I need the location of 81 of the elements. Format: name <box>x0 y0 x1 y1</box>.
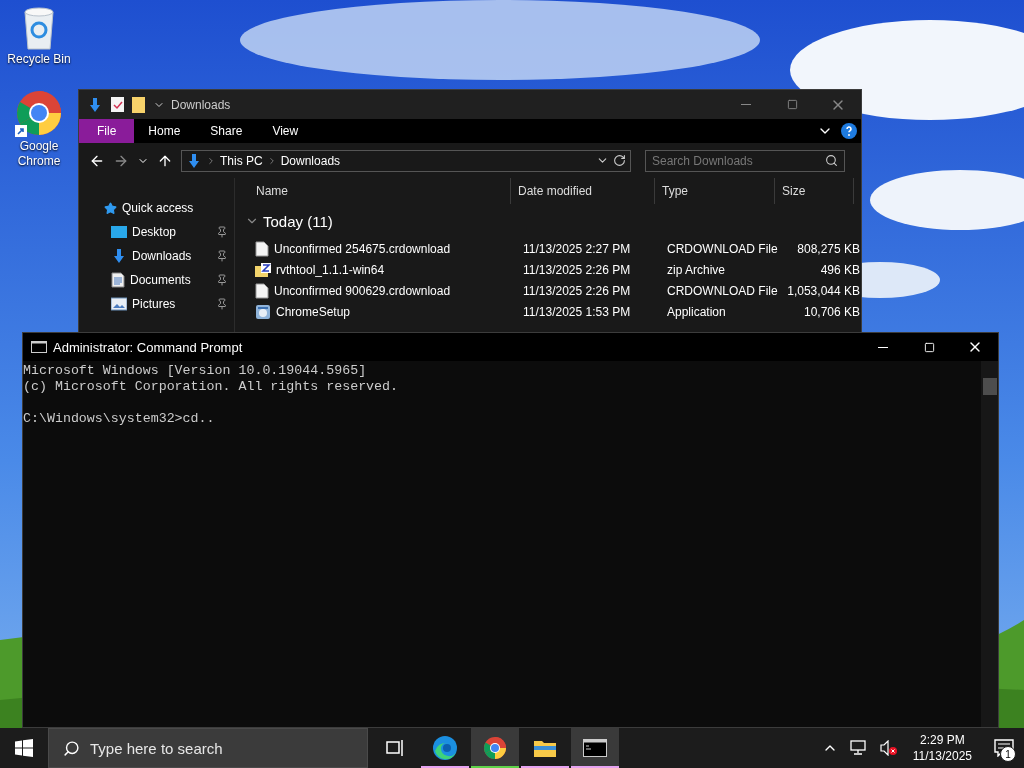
quick-access-item[interactable]: Quick access <box>79 196 234 220</box>
type-cell-text: Application <box>666 304 727 319</box>
file-menu-tab[interactable]: File <box>79 119 135 143</box>
refresh-icon[interactable] <box>613 154 626 167</box>
command-prompt-icon <box>31 341 47 353</box>
properties-icon <box>111 97 124 112</box>
scrollbar[interactable] <box>981 361 998 727</box>
breadcrumb[interactable]: This PC <box>220 153 263 168</box>
download-arrow-icon <box>111 248 127 264</box>
minimize-icon <box>741 104 751 105</box>
document-icon <box>111 272 125 288</box>
size-cell-text: 808,275 KB <box>796 241 860 256</box>
download-arrow-icon <box>87 96 103 113</box>
windows-logo-icon <box>15 739 33 757</box>
document-icon <box>255 240 269 257</box>
ribbon-tab[interactable]: View <box>258 119 313 143</box>
document-icon <box>255 282 269 299</box>
notification-count: 1 <box>1000 746 1016 762</box>
search-field[interactable]: Search Downloads <box>645 149 845 172</box>
address-bar[interactable]: This PC Downloads <box>181 149 631 172</box>
shortcut-arrow-icon <box>15 125 27 137</box>
chrome-icon <box>15 89 63 137</box>
installer-icon <box>255 303 271 320</box>
window-title: Downloads <box>171 97 232 112</box>
type-cell-text: CRDOWNLOAD File <box>666 241 779 256</box>
group-header: Today (11) <box>263 212 333 230</box>
column-header[interactable]: Name <box>249 178 511 204</box>
notifications-button[interactable]: 1 <box>984 728 1024 768</box>
maximize-icon <box>786 99 798 110</box>
minimize-icon <box>878 346 888 348</box>
pictures-icon <box>111 297 127 311</box>
column-header[interactable]: Date modified <box>511 178 655 204</box>
help-icon[interactable] <box>841 123 857 139</box>
column-header[interactable]: Type <box>655 178 775 204</box>
console-line: (c) Microsoft Corporation. All rights reserved. <box>23 379 400 395</box>
size-cell-text: 1,053,044 KB <box>786 283 860 298</box>
nav-item[interactable]: Pictures <box>79 292 234 316</box>
size-cell-text: 10,706 KB <box>802 304 860 319</box>
message-icon <box>994 739 1014 757</box>
ribbon-tab[interactable]: Share <box>196 119 257 143</box>
taskbar-app-button[interactable] <box>571 728 619 768</box>
task-view-icon <box>385 739 405 757</box>
new-folder-icon <box>132 96 145 113</box>
console-line: Microsoft Windows [Version 10.0.19044.5965] <box>23 363 368 379</box>
ribbon-tab[interactable]: Home <box>134 119 195 143</box>
search-icon <box>825 154 838 167</box>
file-name[interactable]: rvthtool_1.1.1-win64 <box>276 262 385 277</box>
chrome-icon <box>483 736 507 760</box>
zip-archive-icon <box>255 261 271 278</box>
edge-icon <box>432 735 458 761</box>
desktop-icon <box>111 225 127 239</box>
recycle-bin-icon <box>21 6 57 50</box>
nav-item[interactable]: Downloads <box>79 244 234 268</box>
folder-icon <box>533 738 557 758</box>
clock[interactable]: 2:29 PM 11/13/2025 <box>906 732 978 764</box>
icon-label: Recycle Bin <box>6 52 72 67</box>
type-cell-text: CRDOWNLOAD File <box>666 283 779 298</box>
nav-item[interactable]: Desktop <box>79 220 234 244</box>
search-icon <box>63 739 80 757</box>
maximize-icon <box>923 341 935 353</box>
file-name[interactable]: Unconfirmed 900629.crdownload <box>274 283 451 298</box>
download-arrow-icon <box>186 152 202 169</box>
size-cell-text: 496 KB <box>819 262 860 277</box>
breadcrumb[interactable]: Downloads <box>280 153 341 168</box>
file-name[interactable]: Unconfirmed 254675.crdownload <box>274 241 451 256</box>
window-title: Administrator: Command Prompt <box>53 339 244 355</box>
separator-icon <box>206 155 216 166</box>
date-cell-text: 11/13/2025 2:26 PM <box>522 283 632 298</box>
file-name[interactable]: ChromeSetup <box>276 304 351 319</box>
type-cell-text: zip Archive <box>666 262 727 277</box>
taskbar-app-button[interactable] <box>471 728 519 768</box>
date-cell-text: 11/13/2025 1:53 PM <box>522 304 632 319</box>
date-cell-text: 11/13/2025 2:26 PM <box>522 262 632 277</box>
nav-item[interactable]: Documents <box>79 268 234 292</box>
column-header[interactable]: Size <box>775 178 854 204</box>
command-line: C:\Windows\system32>cd.. <box>23 411 216 427</box>
search-field[interactable]: Type here to search <box>48 728 368 768</box>
command-prompt-icon <box>583 739 607 757</box>
date-cell-text: 11/13/2025 2:27 PM <box>522 241 632 256</box>
star-icon <box>104 201 117 215</box>
icon-label: Google Chrome <box>16 139 62 169</box>
